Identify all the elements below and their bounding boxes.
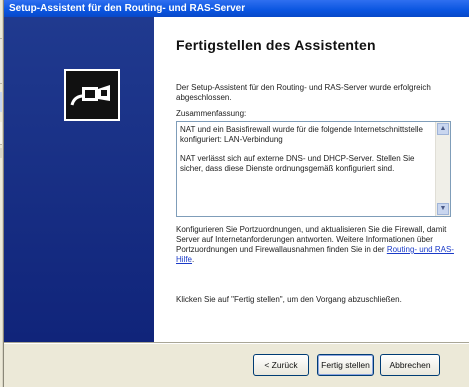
routing-cable-icon (64, 69, 120, 121)
back-button[interactable]: < Zurück (253, 354, 309, 376)
summary-text: NAT und ein Basisfirewall wurde für die … (180, 125, 434, 183)
wizard-side-panel (4, 17, 154, 342)
setup-wizard-dialog: Setup-Assistent für den Routing- und RAS… (3, 0, 469, 387)
finish-button[interactable]: Fertig stellen (317, 354, 374, 376)
summary-textbox[interactable]: NAT und ein Basisfirewall wurde für die … (176, 121, 451, 217)
scroll-up-icon[interactable]: ▲ (437, 123, 449, 135)
window-title: Setup-Assistent für den Routing- und RAS… (9, 3, 246, 14)
button-divider (4, 342, 469, 344)
info-period: . (192, 255, 195, 264)
summary-scrollbar[interactable]: ▲ ▼ (435, 122, 450, 216)
finish-hint: Klicken Sie auf "Fertig stellen", um den… (176, 295, 402, 304)
port-mapping-info: Konfigurieren Sie Portzuordnungen, und a… (176, 225, 461, 265)
scroll-down-icon[interactable]: ▼ (437, 203, 449, 215)
completion-message: Der Setup-Assistent für den Routing- und… (176, 83, 431, 102)
summary-label: Zusammenfassung: (176, 109, 247, 118)
wizard-heading: Fertigstellen des Assistenten (176, 37, 376, 53)
cancel-button[interactable]: Abbrechen (380, 354, 440, 376)
wizard-content: Fertigstellen des Assistenten Der Setup-… (154, 17, 469, 342)
summary-paragraph-dns: NAT verlässt sich auf externe DNS- und D… (180, 154, 415, 173)
summary-paragraph-nat: NAT und ein Basisfirewall wurde für die … (180, 125, 423, 144)
window-title-bar[interactable]: Setup-Assistent für den Routing- und RAS… (4, 0, 469, 17)
